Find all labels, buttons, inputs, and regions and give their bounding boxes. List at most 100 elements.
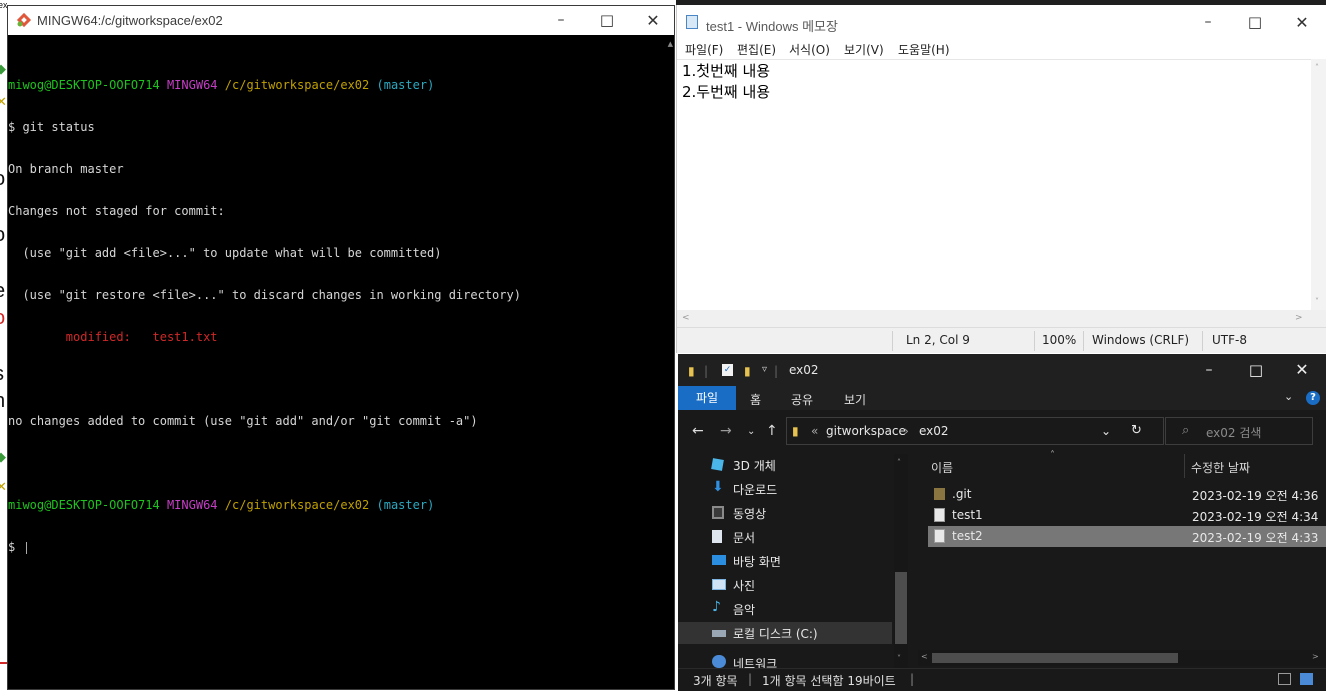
background-x-icon: ✕: [0, 95, 7, 110]
scroll-up-icon[interactable]: ˄: [897, 458, 901, 467]
terminal-title: MINGW64:/c/gitworkspace/ex02: [37, 13, 223, 28]
menu-view[interactable]: 보기(V): [844, 41, 884, 58]
menu-file[interactable]: 파일(F): [685, 41, 723, 58]
3d-objects-icon: [711, 458, 724, 471]
files-horizontal-scrollbar[interactable]: < >: [918, 650, 1326, 666]
close-button[interactable]: ✕: [1279, 8, 1325, 37]
output-line: (use "git restore <file>..." to discard …: [8, 288, 521, 302]
scroll-up-icon[interactable]: ˄: [1315, 63, 1319, 72]
breadcrumb-overflow[interactable]: «: [811, 424, 818, 438]
terminal-output[interactable]: miwog@DESKTOP-OOFO714 MINGW64 /c/gitwork…: [8, 50, 521, 582]
nav-item-videos[interactable]: 동영상: [678, 502, 892, 524]
menu-edit[interactable]: 편집(E): [737, 41, 776, 58]
nav-label: 문서: [733, 531, 756, 545]
file-row-selected[interactable]: test2 2023-02-19 오전 4:33: [928, 526, 1326, 547]
nav-item-network[interactable]: 네트워크: [678, 648, 892, 668]
large-icons-view-icon[interactable]: [1300, 673, 1313, 685]
file-row[interactable]: test1 2023-02-19 오전 4:34: [928, 505, 1326, 526]
status-separator: [1034, 331, 1035, 351]
scroll-down-icon[interactable]: ˅: [897, 654, 901, 663]
scrollbar-thumb[interactable]: [932, 653, 1178, 663]
maximize-button[interactable]: □: [1232, 8, 1278, 37]
column-name[interactable]: 이름: [931, 459, 953, 476]
menu-help[interactable]: 도움말(H): [898, 41, 950, 58]
address-dropdown-icon[interactable]: ⌄: [1101, 424, 1111, 438]
customize-quick-access-icon[interactable]: ▿: [762, 364, 767, 375]
minimize-button[interactable]: –: [538, 6, 584, 35]
file-row[interactable]: .git 2023-02-19 오전 4:36: [928, 484, 1326, 505]
command-line: $ git status: [8, 120, 95, 134]
navigation-pane[interactable]: 3D 개체 ⬇ 다운로드 동영상 문서 바탕 화면 사진 ♪ 음악 로컬 디스크: [678, 454, 910, 668]
properties-icon[interactable]: ✓: [722, 364, 733, 376]
nav-item-3d-objects[interactable]: 3D 개체: [678, 454, 892, 476]
scroll-right-icon[interactable]: >: [1295, 313, 1303, 323]
details-view-icon[interactable]: [1278, 673, 1291, 685]
prompt-shell: MINGW64: [166, 498, 218, 512]
minimize-button[interactable]: –: [1186, 354, 1232, 386]
status-separator: [1083, 331, 1084, 351]
prompt-line: miwog@DESKTOP-OOFO714 MINGW64 /c/gitwork…: [8, 78, 521, 92]
background-window-fragment: ex ◆ ✕ t o i o i e o s n ◆ ✕: [0, 0, 7, 690]
terminal-scrollbar[interactable]: ▲: [664, 35, 674, 689]
close-button[interactable]: ✕: [630, 6, 676, 35]
scroll-down-icon[interactable]: ˅: [1315, 297, 1319, 306]
new-folder-icon[interactable]: ▮: [744, 364, 751, 378]
search-box[interactable]: ⌕ ex02 검색: [1165, 417, 1313, 445]
minimize-button[interactable]: –: [1185, 8, 1231, 37]
text-file-icon: [934, 508, 945, 522]
video-icon: [712, 506, 724, 519]
breadcrumb-separator: ›: [904, 424, 909, 438]
output-line: (use "git add <file>..." to update what …: [8, 246, 442, 260]
breadcrumb-gitworkspace[interactable]: gitworkspace: [826, 424, 906, 438]
notepad-horizontal-scrollbar[interactable]: < >: [677, 310, 1326, 327]
notepad-window[interactable]: test1 - Windows 메모장 – □ ✕ 파일(F) 편집(E) 서식…: [676, 5, 1326, 353]
notepad-statusbar: Ln 2, Col 9 100% Windows (CRLF) UTF-8: [677, 327, 1326, 353]
terminal-window[interactable]: MINGW64:/c/gitworkspace/ex02 – □ ✕ miwog…: [7, 5, 675, 690]
breadcrumb-ex02[interactable]: ex02: [919, 424, 949, 438]
address-bar[interactable]: ▮ « gitworkspace › ex02 ⌄ ↻: [786, 417, 1164, 445]
nav-item-pictures[interactable]: 사진: [678, 574, 892, 596]
tab-file[interactable]: 파일: [678, 386, 736, 410]
address-row: ← → ⌄ ↑ ▮ « gitworkspace › ex02 ⌄ ↻ ⌕ ex…: [678, 410, 1326, 454]
nav-item-documents[interactable]: 문서: [678, 526, 892, 548]
maximize-button[interactable]: □: [1233, 354, 1279, 386]
input-line[interactable]: $: [8, 540, 521, 554]
text-cursor: [26, 541, 28, 554]
refresh-icon[interactable]: ↻: [1131, 423, 1142, 438]
notepad-vertical-scrollbar[interactable]: ˄ ˅: [1311, 59, 1326, 313]
terminal-titlebar[interactable]: MINGW64:/c/gitworkspace/ex02 – □ ✕: [8, 6, 674, 35]
nav-item-downloads[interactable]: ⬇ 다운로드: [678, 478, 892, 500]
item-count: 3개 항목: [693, 674, 738, 688]
forward-icon[interactable]: →: [720, 423, 732, 439]
column-modified[interactable]: 수정한 날짜: [1191, 459, 1250, 476]
tab-share[interactable]: 공유: [791, 391, 813, 408]
notepad-titlebar[interactable]: test1 - Windows 메모장 – □ ✕: [677, 5, 1326, 39]
scroll-right-icon[interactable]: >: [1312, 652, 1319, 661]
scrollbar-thumb[interactable]: [895, 572, 907, 644]
navigation-scrollbar[interactable]: ˄ ˅: [894, 454, 908, 668]
recent-locations-icon[interactable]: ⌄: [747, 426, 755, 437]
scroll-left-icon[interactable]: <: [682, 313, 690, 323]
expand-ribbon-icon[interactable]: ⌄: [1284, 390, 1293, 403]
nav-item-music[interactable]: ♪ 음악: [678, 598, 892, 620]
prompt-shell: MINGW64: [166, 78, 218, 92]
notepad-text-area[interactable]: 1.첫번째 내용 2.두번째 내용: [677, 59, 1312, 314]
scroll-up-icon[interactable]: ▲: [668, 40, 673, 48]
tab-view[interactable]: 보기: [844, 391, 866, 408]
column-separator[interactable]: [1184, 454, 1185, 478]
tab-home[interactable]: 홈: [750, 391, 761, 408]
close-button[interactable]: ✕: [1279, 354, 1325, 386]
explorer-title: ex02: [789, 363, 819, 377]
nav-item-local-disk[interactable]: 로컬 디스크 (C:): [678, 622, 892, 644]
explorer-titlebar[interactable]: ▮ | ✓ ▮ ▿ | ex02 – □ ✕: [678, 354, 1326, 386]
menu-format[interactable]: 서식(O): [789, 41, 830, 58]
notepad-menubar: 파일(F) 편집(E) 서식(O) 보기(V) 도움말(H): [677, 39, 1326, 59]
separator: |: [774, 364, 779, 378]
nav-item-desktop[interactable]: 바탕 화면: [678, 550, 892, 572]
back-icon[interactable]: ←: [692, 423, 704, 439]
scroll-left-icon[interactable]: <: [921, 652, 928, 661]
up-icon[interactable]: ↑: [766, 423, 778, 439]
maximize-button[interactable]: □: [584, 6, 630, 35]
explorer-window[interactable]: ▮ | ✓ ▮ ▿ | ex02 – □ ✕ 파일 홈 공유 보기 ⌄ ? ← …: [678, 354, 1326, 691]
help-icon[interactable]: ?: [1306, 391, 1320, 405]
